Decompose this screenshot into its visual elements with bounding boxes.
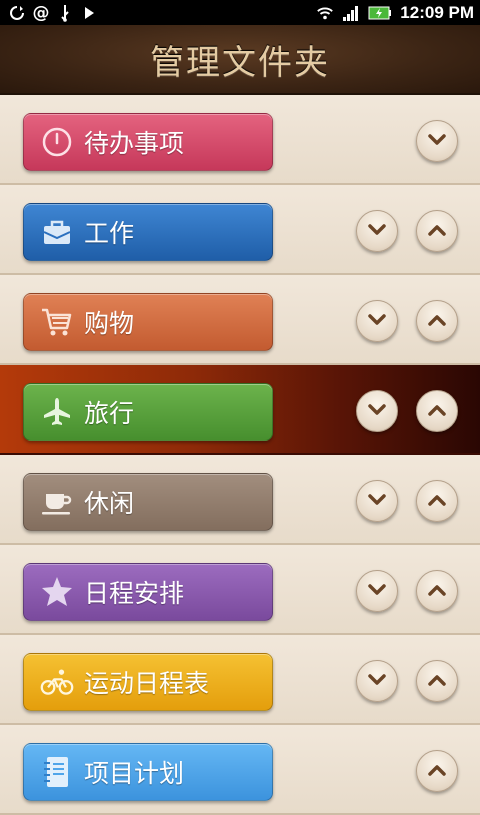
chevron-down-icon <box>367 492 387 511</box>
folder-label: 休闲 <box>84 489 135 518</box>
battery-charging-icon <box>368 4 392 22</box>
wifi-icon <box>316 4 334 22</box>
star-icon <box>40 575 74 609</box>
folder-button-schedule[interactable]: 日程安排 <box>23 563 273 621</box>
folder-row-sports: 运动日程表 <box>0 635 480 725</box>
folder-label: 工作 <box>84 219 135 248</box>
page-title: 管理文件夹 <box>150 42 330 83</box>
usb-icon <box>56 4 74 22</box>
move-up-button[interactable] <box>416 570 458 612</box>
play-icon <box>80 4 98 22</box>
status-bar: @ 12:09 PM <box>0 0 480 25</box>
folder-button-leisure[interactable]: 休闲 <box>23 473 273 531</box>
move-up-button[interactable] <box>416 210 458 252</box>
move-up-button[interactable] <box>416 750 458 792</box>
move-up-button[interactable] <box>416 300 458 342</box>
folder-row-leisure: 休闲 <box>0 455 480 545</box>
folder-button-work[interactable]: 工作 <box>23 203 273 261</box>
at-sign-icon: @ <box>32 2 50 23</box>
folder-row-work: 工作 <box>0 185 480 275</box>
chevron-down-icon <box>427 132 447 151</box>
folder-label: 日程安排 <box>84 579 185 608</box>
header-bar: 管理文件夹 <box>0 25 480 95</box>
chevron-down-icon <box>367 672 387 691</box>
shopping-cart-icon <box>40 305 74 339</box>
chevron-down-icon <box>367 402 387 421</box>
notebook-icon <box>40 755 74 789</box>
move-down-button[interactable] <box>416 120 458 162</box>
coffee-cup-icon <box>40 485 74 519</box>
folder-label: 待办事项 <box>84 129 185 158</box>
chevron-up-icon <box>427 402 447 421</box>
move-down-button[interactable] <box>356 570 398 612</box>
clock-icon <box>40 125 74 159</box>
chevron-up-icon <box>427 492 447 511</box>
folder-label: 项目计划 <box>84 759 185 788</box>
move-down-button[interactable] <box>356 300 398 342</box>
chevron-down-icon <box>367 582 387 601</box>
move-down-button[interactable] <box>356 390 398 432</box>
folder-button-sports[interactable]: 运动日程表 <box>23 653 273 711</box>
chevron-up-icon <box>427 312 447 331</box>
chevron-up-icon <box>427 222 447 241</box>
folder-row-travel: 旅行 <box>0 365 480 455</box>
sync-icon <box>8 4 26 22</box>
chevron-up-icon <box>427 582 447 601</box>
chevron-down-icon <box>367 312 387 331</box>
folder-label: 购物 <box>84 309 135 338</box>
folder-row-todo: 待办事项 <box>0 95 480 185</box>
folder-button-travel[interactable]: 旅行 <box>23 383 273 441</box>
move-down-button[interactable] <box>356 480 398 522</box>
move-down-button[interactable] <box>356 660 398 702</box>
status-time: 12:09 PM <box>400 2 474 22</box>
folder-button-shopping[interactable]: 购物 <box>23 293 273 351</box>
move-down-button[interactable] <box>356 210 398 252</box>
folder-label: 旅行 <box>84 399 135 428</box>
signal-icon <box>342 4 360 22</box>
move-up-button[interactable] <box>416 660 458 702</box>
chevron-up-icon <box>427 672 447 691</box>
airplane-icon <box>40 395 74 429</box>
folder-button-project[interactable]: 项目计划 <box>23 743 273 801</box>
folder-button-todo[interactable]: 待办事项 <box>23 113 273 171</box>
folder-label: 运动日程表 <box>84 669 210 698</box>
move-up-button[interactable] <box>416 390 458 432</box>
chevron-down-icon <box>367 222 387 241</box>
folder-row-schedule: 日程安排 <box>0 545 480 635</box>
folder-row-project: 项目计划 <box>0 725 480 815</box>
chevron-up-icon <box>427 762 447 781</box>
folder-row-shopping: 购物 <box>0 275 480 365</box>
folder-list: 待办事项 工作 购物 旅行 休闲 日程安排 运动日程表 项目计划 <box>0 95 480 815</box>
bicycle-icon <box>40 665 74 699</box>
move-up-button[interactable] <box>416 480 458 522</box>
briefcase-icon <box>40 215 74 249</box>
